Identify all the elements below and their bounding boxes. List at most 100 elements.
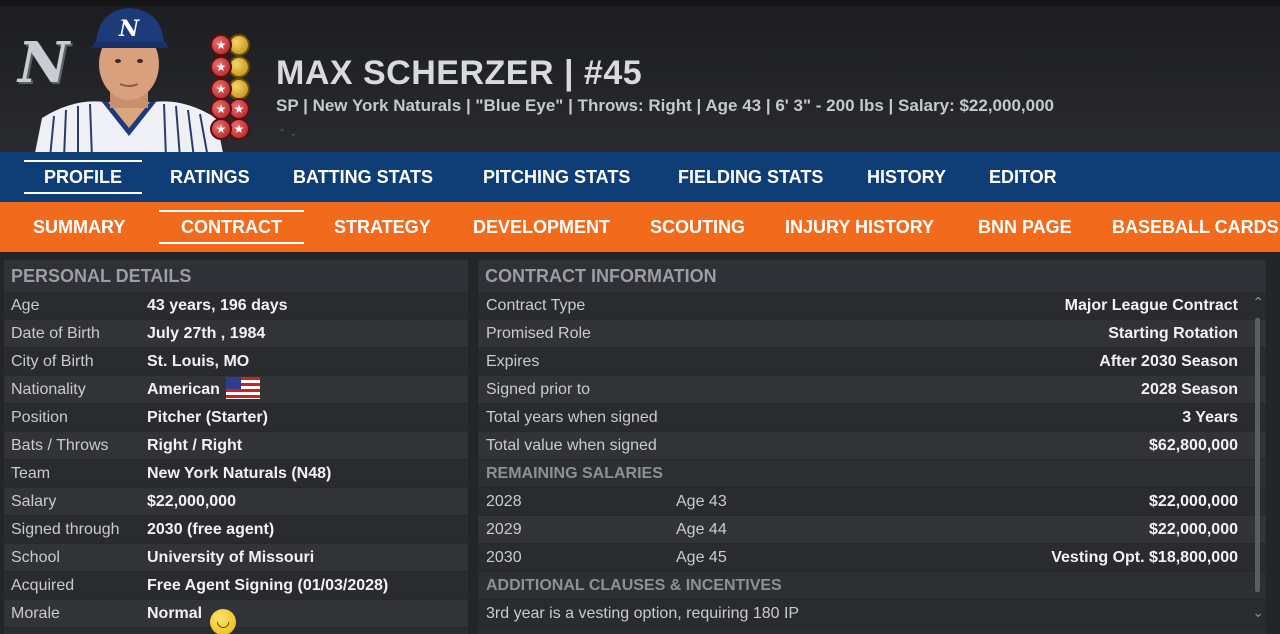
scroll-up-icon[interactable]: ⌃ [1252, 294, 1264, 311]
detail-value: American [147, 381, 220, 398]
subtab-baseball-cards[interactable]: BASEBALL CARDS [1112, 202, 1279, 252]
detail-label: City of Birth [11, 353, 94, 370]
contract-label: Expires [486, 353, 540, 370]
detail-value-wrap: American [147, 376, 260, 404]
star-medal-icon: ★ [210, 78, 232, 100]
subtab-bnn-page[interactable]: BNN PAGE [978, 202, 1072, 252]
us-flag-icon [225, 377, 260, 399]
detail-label: Acquired [11, 577, 75, 594]
detail-label: Nationality [11, 381, 86, 398]
detail-row-bats-throws: Bats / Throws Right / Right [4, 432, 468, 460]
remaining-salaries-heading: REMAINING SALARIES [478, 460, 1266, 488]
detail-row-team: Team New York Naturals (N48) [4, 460, 468, 488]
detail-label: Bats / Throws [11, 437, 109, 454]
tab-batting-stats[interactable]: BATTING STATS [293, 152, 433, 202]
contract-row: Contract Type Major League Contract [478, 292, 1266, 320]
salary-year: 2028 [486, 493, 522, 510]
tab-fielding-stats[interactable]: FIELDING STATS [678, 152, 823, 202]
subtab-injury-history[interactable]: INJURY HISTORY [785, 202, 934, 252]
salary-amount: $22,000,000 [1149, 521, 1238, 538]
contract-label: Signed prior to [486, 381, 591, 398]
tab-pitching-stats[interactable]: PITCHING STATS [483, 152, 630, 202]
tab-ratings[interactable]: RATINGS [170, 152, 250, 202]
detail-row-morale: Morale Normal ◡ [4, 600, 468, 634]
detail-label: Date of Birth [11, 325, 100, 342]
contract-label: Total value when signed [486, 437, 657, 454]
contract-value: Major League Contract [1064, 297, 1238, 314]
clauses-heading: ADDITIONAL CLAUSES & INCENTIVES [478, 572, 1266, 600]
detail-value: $22,000,000 [147, 493, 236, 510]
detail-label: Team [11, 465, 51, 482]
detail-value: July 27th , 1984 [147, 325, 266, 342]
panel-title: PERSONAL DETAILS [4, 260, 468, 292]
salary-amount: Vesting Opt. $18,800,000 [1051, 549, 1238, 566]
subtab-summary[interactable]: SUMMARY [33, 202, 125, 252]
detail-label: Age [11, 297, 40, 314]
detail-row-dob: Date of Birth July 27th , 1984 [4, 320, 468, 348]
detail-row-age: Age 43 years, 196 days [4, 292, 468, 320]
contract-value: $62,800,000 [1149, 437, 1238, 454]
clause-text: 3rd year is a vesting option, requiring … [486, 605, 800, 622]
detail-row-nationality: Nationality American [4, 376, 468, 404]
main-nav: PROFILE RATINGS BATTING STATS PITCHING S… [0, 152, 1280, 202]
detail-row-school: School University of Missouri [4, 544, 468, 572]
tab-history[interactable]: HISTORY [867, 152, 946, 202]
personal-details-panel: PERSONAL DETAILS Age 43 years, 196 days … [4, 260, 468, 634]
contract-row: Signed prior to 2028 Season [478, 376, 1266, 404]
detail-row-salary: Salary $22,000,000 [4, 488, 468, 516]
detail-value: University of Missouri [147, 549, 315, 566]
sub-nav: SUMMARY CONTRACT STRATEGY DEVELOPMENT SC… [0, 202, 1280, 252]
player-name: MAX SCHERZER | #45 [276, 54, 643, 92]
salary-age: Age 44 [676, 521, 727, 538]
detail-label: Salary [11, 493, 57, 510]
detail-row-position: Position Pitcher (Starter) [4, 404, 468, 432]
detail-label: Position [11, 409, 68, 426]
contract-value: Starting Rotation [1108, 325, 1238, 342]
detail-value-wrap: Normal ◡ [147, 600, 237, 634]
smiley-face-icon: ◡ [210, 609, 237, 634]
salary-row: 2029 Age 44 $22,000,000 [478, 516, 1266, 544]
tab-profile[interactable]: PROFILE [23, 152, 143, 202]
player-portrait: N [34, 6, 224, 158]
contract-information-panel: CONTRACT INFORMATION Contract Type Major… [478, 260, 1266, 634]
detail-label: School [11, 549, 60, 566]
subtab-scouting[interactable]: SCOUTING [650, 202, 745, 252]
star-medal-icon: ★ [210, 56, 232, 78]
detail-value: St. Louis, MO [147, 353, 250, 370]
player-info: SP | New York Naturals | "Blue Eye" | Th… [276, 96, 1054, 115]
detail-row-acquired: Acquired Free Agent Signing (01/03/2028) [4, 572, 468, 600]
clause-row: 3rd year is a vesting option, requiring … [478, 600, 1266, 628]
detail-value: Right / Right [147, 437, 243, 454]
detail-value: 2030 (free agent) [147, 521, 275, 538]
contract-value: After 2030 Season [1099, 353, 1238, 370]
salary-year: 2030 [486, 549, 522, 566]
star-medal-icon: ★ [210, 118, 232, 140]
scroll-down-icon[interactable]: ⌄ [1252, 604, 1264, 621]
contract-row: Promised Role Starting Rotation [478, 320, 1266, 348]
subtab-contract[interactable]: CONTRACT [159, 202, 304, 252]
detail-value: Normal [147, 605, 203, 622]
subtab-strategy[interactable]: STRATEGY [334, 202, 431, 252]
detail-label: Morale [11, 605, 60, 622]
contract-label: Total years when signed [486, 409, 658, 426]
salary-row: 2030 Age 45 Vesting Opt. $18,800,000 [478, 544, 1266, 572]
panel-title: CONTRACT INFORMATION [478, 260, 1266, 292]
star-medal-icon: ★ [210, 34, 232, 56]
team-link[interactable]: New York Naturals (N48) [147, 460, 331, 488]
scrollbar[interactable] [1255, 318, 1260, 592]
contract-row: Expires After 2030 Season [478, 348, 1266, 376]
collapse-chevrons-icon[interactable]: ⌃ ⌄ [278, 128, 298, 139]
contract-label: Contract Type [486, 297, 586, 314]
detail-row-signed-through: Signed through 2030 (free agent) [4, 516, 468, 544]
contract-row: Total value when signed $62,800,000 [478, 432, 1266, 460]
salary-year: 2029 [486, 521, 522, 538]
tab-editor[interactable]: EDITOR [989, 152, 1057, 202]
detail-label: Signed through [11, 521, 120, 538]
subtab-development[interactable]: DEVELOPMENT [473, 202, 610, 252]
detail-row-city: City of Birth St. Louis, MO [4, 348, 468, 376]
contract-row: Total years when signed 3 Years [478, 404, 1266, 432]
salary-age: Age 43 [676, 493, 727, 510]
salary-age: Age 45 [676, 549, 727, 566]
contract-value: 2028 Season [1141, 381, 1238, 398]
player-header: N N ★ ★ ★ ★ ★ ★ ★ MAX SCHERZER | #45 SP … [0, 0, 1280, 158]
